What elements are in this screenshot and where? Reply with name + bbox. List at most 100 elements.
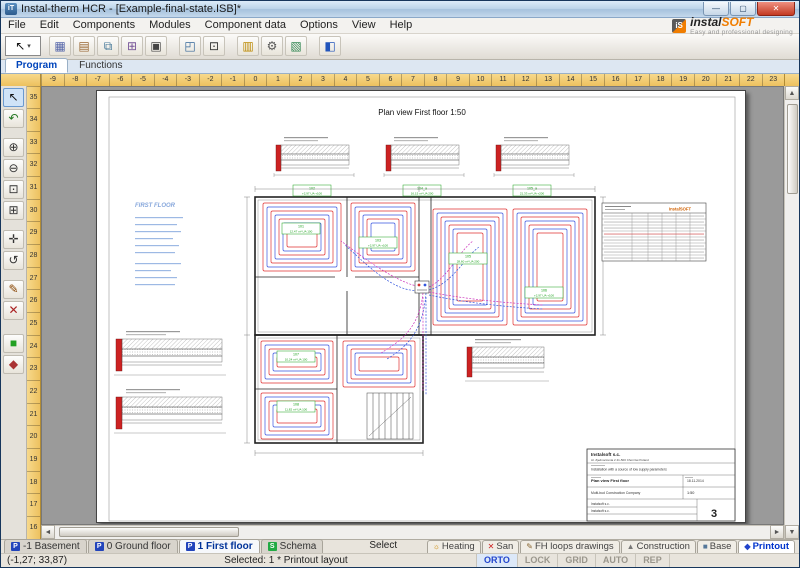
fill-color-icon[interactable]: ■ bbox=[3, 334, 24, 353]
menu-item[interactable]: File bbox=[1, 18, 33, 33]
undo-icon[interactable]: ↶ bbox=[3, 109, 24, 128]
delete-icon[interactable]: ✕ bbox=[3, 301, 24, 320]
manifold[interactable] bbox=[415, 281, 429, 293]
scroll-up-button[interactable]: ▲ bbox=[785, 86, 799, 100]
horizontal-scrollbar[interactable]: ◄ ► bbox=[41, 525, 784, 539]
toggle-button[interactable]: ORTO bbox=[476, 554, 517, 567]
menu-item[interactable]: Components bbox=[66, 18, 142, 33]
select-tool-icon[interactable]: ↖ bbox=[3, 88, 24, 107]
preview-icon[interactable]: ◰ bbox=[179, 36, 201, 56]
menu-item[interactable]: Help bbox=[383, 18, 420, 33]
hruler-tick: 0 bbox=[244, 74, 267, 86]
pan-icon[interactable]: ✛ bbox=[3, 230, 24, 249]
zoom-in-icon[interactable]: ⊕ bbox=[3, 138, 24, 157]
selection-tool-dropdown[interactable]: ↖ ▾ bbox=[5, 36, 41, 56]
wall-section-detail[interactable] bbox=[114, 389, 226, 433]
sheet-tab[interactable]: P -1 Basement bbox=[4, 539, 87, 553]
results-table-icon[interactable]: ▥ bbox=[237, 36, 259, 56]
zoom-window-icon[interactable]: ⊡ bbox=[3, 180, 24, 199]
wall-section-detail[interactable] bbox=[274, 137, 354, 177]
stamp-icon[interactable]: ⊞ bbox=[121, 36, 143, 56]
zoom-doc-icon[interactable]: ⊡ bbox=[203, 36, 225, 56]
component-data-icon[interactable]: ▦ bbox=[49, 36, 71, 56]
mode-tab[interactable]: ■ Base bbox=[697, 540, 738, 553]
menu-item[interactable]: View bbox=[345, 18, 383, 33]
room-label[interactable]: 105_a 21,33 m² UA +200 bbox=[513, 185, 551, 196]
mode-tab[interactable]: ✎ FH loops drawings bbox=[520, 540, 619, 553]
staircase[interactable] bbox=[367, 393, 413, 439]
hruler-tick: 11 bbox=[491, 74, 514, 86]
close-button[interactable]: ✕ bbox=[757, 2, 795, 16]
sheet-tab[interactable]: S Schema bbox=[261, 539, 324, 553]
draw-pipe-icon[interactable]: ✎ bbox=[3, 280, 24, 299]
room-label[interactable]: 101 12,47 m² UA 100 bbox=[282, 223, 320, 234]
svg-text:107: 107 bbox=[293, 352, 299, 356]
floor-plan-drawing[interactable]: Plan view First floor 1:50 bbox=[97, 91, 747, 524]
svg-text:106: 106 bbox=[541, 288, 547, 292]
menu-item[interactable]: Modules bbox=[142, 18, 198, 33]
menu-item[interactable]: Component data bbox=[198, 18, 293, 33]
svg-text:+2,97 UA +100: +2,97 UA +100 bbox=[368, 243, 388, 247]
room-label[interactable]: 105 28,60 m² UA 200 bbox=[449, 253, 487, 264]
settings-icon[interactable]: ⚙ bbox=[261, 36, 283, 56]
mode-tab[interactable]: ▲ Construction bbox=[621, 540, 696, 553]
drawing-title: Plan view First floor 1:50 bbox=[378, 108, 466, 117]
wall-section-detail[interactable] bbox=[465, 339, 549, 381]
toggle-button[interactable]: GRID bbox=[557, 554, 595, 567]
hruler-tick: 20 bbox=[694, 74, 717, 86]
vruler-tick: 18 bbox=[27, 471, 40, 494]
zoom-fit-icon[interactable]: ⊞ bbox=[3, 201, 24, 220]
brand-tagline: Easy and professional designing bbox=[690, 30, 793, 37]
menu-item[interactable]: Edit bbox=[33, 18, 66, 33]
room-label[interactable]: 102 +2,97 UA +100 bbox=[293, 185, 331, 196]
print-icon[interactable]: ▣ bbox=[145, 36, 167, 56]
vruler-tick: 19 bbox=[27, 448, 40, 471]
vertical-scroll-thumb[interactable] bbox=[787, 104, 798, 194]
toggle-button[interactable]: REP bbox=[635, 554, 670, 567]
room-label[interactable]: 103 +2,97 UA +100 bbox=[359, 237, 397, 248]
title-block[interactable]: Instalsoft s.c. Al. Zjednoczenia 2 41-50… bbox=[587, 449, 735, 521]
room-label[interactable]: 108 11,82 m² UA 100 bbox=[277, 401, 315, 412]
vruler-tick: 29 bbox=[27, 221, 40, 244]
room-label[interactable]: 107 10,24 m² UA 100 bbox=[277, 351, 315, 362]
vruler-tick: 21 bbox=[27, 403, 40, 426]
sheet-tab[interactable]: P 0 Ground floor bbox=[88, 539, 178, 553]
diagram-icon[interactable]: ◧ bbox=[319, 36, 341, 56]
tab-functions[interactable]: Functions bbox=[68, 58, 133, 73]
previous-view-icon[interactable]: ↺ bbox=[3, 251, 24, 270]
mode-tab[interactable]: ◆ Printout bbox=[738, 540, 795, 553]
vruler-tick: 25 bbox=[27, 312, 40, 335]
wall-section-detail[interactable] bbox=[384, 137, 464, 177]
chart-icon[interactable]: ▧ bbox=[285, 36, 307, 56]
svg-text:Multi-bud Construction Company: Multi-bud Construction Company bbox=[591, 491, 641, 495]
svg-text:21,33 m² UA +200: 21,33 m² UA +200 bbox=[520, 191, 545, 195]
pipe-table[interactable]: instalSOFT bbox=[602, 203, 706, 261]
svg-text:Al. Zjednoczenia 2 41-500 Chor: Al. Zjednoczenia 2 41-500 Chorzów Poland bbox=[591, 458, 649, 462]
scroll-left-button[interactable]: ◄ bbox=[41, 525, 55, 539]
tab-program[interactable]: Program bbox=[5, 58, 68, 73]
tables-icon[interactable]: ▤ bbox=[73, 36, 95, 56]
wall-section-detail[interactable] bbox=[494, 137, 574, 177]
mode-tab[interactable]: ✕ San bbox=[482, 540, 520, 553]
toggle-button[interactable]: LOCK bbox=[517, 554, 558, 567]
hruler-tick: -8 bbox=[64, 74, 87, 86]
scroll-down-button[interactable]: ▼ bbox=[785, 525, 799, 539]
zoom-out-icon[interactable]: ⊖ bbox=[3, 159, 24, 178]
menu-item[interactable]: Options bbox=[293, 18, 345, 33]
vertical-scrollbar[interactable]: ▲ ▼ bbox=[784, 86, 799, 539]
room-label[interactable]: 104_a 16,15 m² UA 200 bbox=[403, 185, 441, 196]
copy-icon[interactable]: ⧉ bbox=[97, 36, 119, 56]
horizontal-ruler: -9-8-7-6-5-4-3-2-10123456789101112131415… bbox=[41, 74, 784, 86]
drawing-page[interactable]: Plan view First floor 1:50 bbox=[96, 90, 746, 523]
sheet-tabs: P -1 Basement P 0 Ground floor P 1 First… bbox=[4, 539, 324, 553]
format-icon[interactable]: ◆ bbox=[3, 355, 24, 374]
wall-section-detail[interactable] bbox=[114, 331, 226, 375]
mode-tab[interactable]: ☼ Heating bbox=[427, 540, 481, 553]
horizontal-scroll-thumb[interactable] bbox=[59, 527, 239, 537]
toggle-button[interactable]: AUTO bbox=[595, 554, 635, 567]
scroll-right-button[interactable]: ► bbox=[770, 525, 784, 539]
drawing-canvas[interactable]: Plan view First floor 1:50 bbox=[41, 86, 784, 525]
status-bar: (-1,27; 33,87) Selected: 1 * Printout la… bbox=[1, 553, 799, 568]
sheet-tab[interactable]: P 1 First floor bbox=[179, 539, 260, 553]
room-label[interactable]: 106 +2,97 UA +100 bbox=[525, 287, 563, 298]
